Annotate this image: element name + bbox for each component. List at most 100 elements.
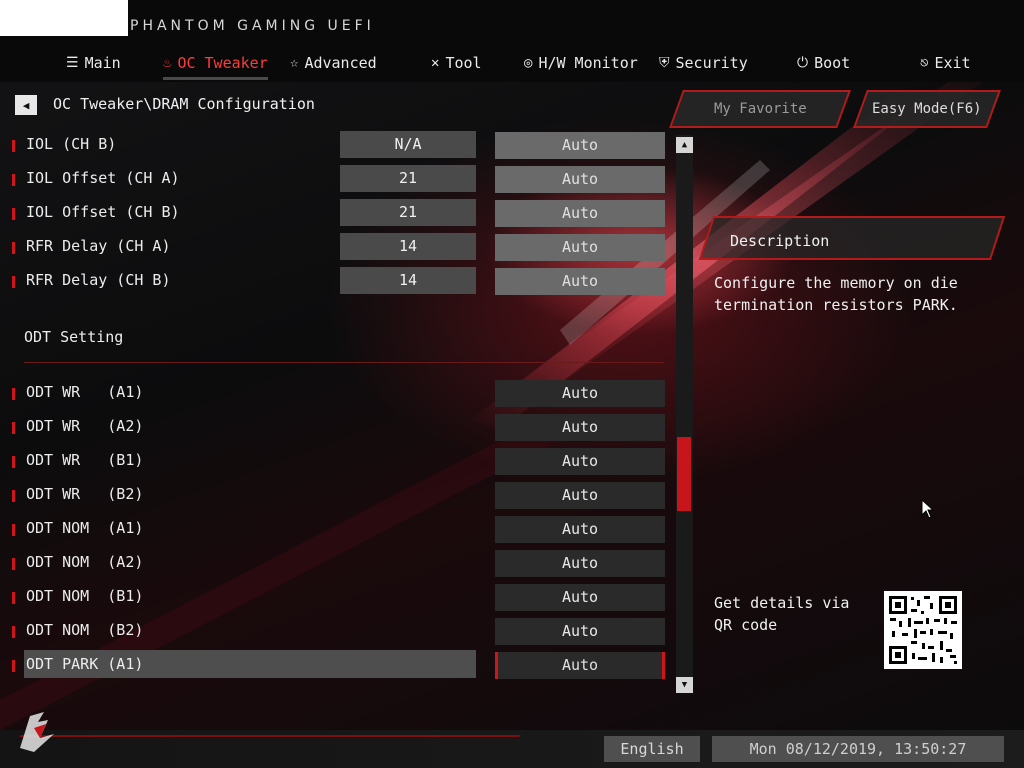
setting-option[interactable]: Auto [495, 482, 665, 509]
easy-mode-button[interactable]: Easy Mode(F6) [853, 90, 1001, 128]
setting-option[interactable]: Auto [495, 584, 665, 611]
setting-option[interactable]: Auto [495, 618, 665, 645]
row-marker [12, 524, 15, 536]
power-icon: ⏻ [797, 55, 809, 71]
monitor-icon: ◎ [524, 55, 533, 71]
datetime-display: Mon 08/12/2019, 13:50:27 [712, 736, 1004, 762]
row-marker [12, 208, 15, 220]
my-favorite-button[interactable]: My Favorite [669, 90, 851, 128]
triangle-down-icon: ▼ [681, 680, 688, 690]
setting-row-iol-offset-ch-a[interactable]: IOL Offset (CH A) 21 Auto [10, 165, 670, 193]
shield-icon: ⛨ [659, 55, 670, 71]
setting-row-odt-wr-a1[interactable]: ODT WR (A1) Auto [10, 379, 670, 407]
setting-label: RFR Delay (CH A) [26, 237, 171, 255]
setting-option[interactable]: Auto [495, 448, 665, 475]
row-marker [12, 276, 15, 288]
setting-row-odt-wr-b1[interactable]: ODT WR (B1) Auto [10, 447, 670, 475]
setting-option[interactable]: Auto [495, 414, 665, 441]
row-marker [12, 242, 15, 254]
setting-label: ODT WR (B1) [26, 451, 144, 469]
flame-icon: ♨ [163, 55, 172, 71]
setting-label: ODT NOM (B2) [26, 621, 144, 639]
back-button[interactable]: ◀ [15, 95, 37, 115]
setting-option[interactable]: Auto [495, 234, 665, 261]
setting-label: ODT WR (B2) [26, 485, 144, 503]
brand-subtitle: PHANTOM GAMING UEFI [130, 18, 375, 34]
section-title-odt: ODT Setting [24, 328, 124, 346]
tab-hw-monitor[interactable]: ◎ H/W Monitor [524, 50, 638, 76]
setting-option[interactable]: Auto [495, 652, 665, 679]
scroll-up-button[interactable]: ▲ [676, 137, 693, 153]
back-arrow-icon: ◀ [22, 98, 30, 112]
setting-value: 21 [340, 165, 476, 192]
setting-option[interactable]: Auto [495, 550, 665, 577]
row-marker [12, 140, 15, 152]
row-marker [12, 626, 15, 638]
brand-logo: ASRock [30, 14, 117, 39]
language-selector[interactable]: English [604, 736, 700, 762]
scroll-down-button[interactable]: ▼ [676, 677, 693, 693]
bottom-accent-line [19, 735, 521, 737]
setting-option[interactable]: Auto [495, 132, 665, 159]
phantom-gaming-logo-icon [20, 712, 54, 752]
row-marker [12, 490, 15, 502]
setting-row-odt-wr-b2[interactable]: ODT WR (B2) Auto [10, 481, 670, 509]
setting-label: ODT NOM (A2) [26, 553, 144, 571]
setting-row-odt-nom-b1[interactable]: ODT NOM (B1) Auto [10, 583, 670, 611]
setting-row-iol-offset-ch-b[interactable]: IOL Offset (CH B) 21 Auto [10, 199, 670, 227]
setting-label: ODT WR (A1) [26, 383, 144, 401]
mouse-pointer-icon [921, 499, 935, 519]
star-icon: ☆ [290, 55, 299, 71]
scrollbar-track[interactable] [676, 135, 693, 693]
setting-label: ODT WR (A2) [26, 417, 144, 435]
list-icon: ☰ [66, 55, 79, 71]
main-tabs: ☰ Main ♨ OC Tweaker ☆ Advanced ✕ Tool ◎ … [0, 50, 1024, 80]
setting-value: 21 [340, 199, 476, 226]
breadcrumb: OC Tweaker\DRAM Configuration [53, 95, 315, 113]
setting-option[interactable]: Auto [495, 268, 665, 295]
qr-caption: Get details via QR code [714, 594, 850, 634]
tab-oc-tweaker[interactable]: ♨ OC Tweaker [163, 50, 268, 80]
setting-row-odt-wr-a2[interactable]: ODT WR (A2) Auto [10, 413, 670, 441]
tab-advanced[interactable]: ☆ Advanced [290, 50, 377, 76]
setting-row-iol-ch-b[interactable]: IOL (CH B) N/A Auto [10, 131, 670, 159]
setting-label: ODT PARK (A1) [26, 655, 144, 673]
row-marker [12, 660, 15, 672]
setting-label: IOL Offset (CH A) [26, 169, 180, 187]
tab-main[interactable]: ☰ Main [66, 50, 121, 76]
setting-label: IOL Offset (CH B) [26, 203, 180, 221]
tab-exit[interactable]: ⎋ Exit [920, 50, 971, 76]
tools-icon: ✕ [431, 55, 440, 71]
scrollbar-thumb[interactable] [677, 437, 691, 511]
setting-row-rfr-delay-ch-b[interactable]: RFR Delay (CH B) 14 Auto [10, 267, 670, 295]
setting-option[interactable]: Auto [495, 166, 665, 193]
setting-label: ODT NOM (A1) [26, 519, 144, 537]
exit-icon: ⎋ [920, 55, 929, 71]
setting-row-odt-park-a1[interactable]: ODT PARK (A1) Auto [10, 650, 670, 679]
triangle-up-icon: ▲ [681, 140, 688, 150]
description-title: Description [730, 232, 830, 250]
setting-option[interactable]: Auto [495, 200, 665, 227]
setting-row-odt-nom-b2[interactable]: ODT NOM (B2) Auto [10, 617, 670, 645]
setting-value: 14 [340, 267, 476, 294]
setting-label: RFR Delay (CH B) [26, 271, 171, 289]
tab-tool[interactable]: ✕ Tool [431, 50, 482, 76]
tab-boot[interactable]: ⏻ Boot [797, 50, 850, 76]
setting-option[interactable]: Auto [495, 380, 665, 407]
setting-label: IOL (CH B) [26, 135, 117, 153]
setting-row-odt-nom-a1[interactable]: ODT NOM (A1) Auto [10, 515, 670, 543]
section-divider [24, 362, 664, 363]
setting-value: N/A [340, 131, 476, 158]
setting-row-odt-nom-a2[interactable]: ODT NOM (A2) Auto [10, 549, 670, 577]
tab-security[interactable]: ⛨ Security [659, 50, 748, 76]
row-marker [12, 558, 15, 570]
row-marker [12, 456, 15, 468]
row-marker [12, 174, 15, 186]
setting-label: ODT NOM (B1) [26, 587, 144, 605]
setting-value: 14 [340, 233, 476, 260]
row-marker [12, 422, 15, 434]
setting-option[interactable]: Auto [495, 516, 665, 543]
description-text: Configure the memory on die termination … [714, 274, 958, 314]
row-marker [12, 592, 15, 604]
setting-row-rfr-delay-ch-a[interactable]: RFR Delay (CH A) 14 Auto [10, 233, 670, 261]
